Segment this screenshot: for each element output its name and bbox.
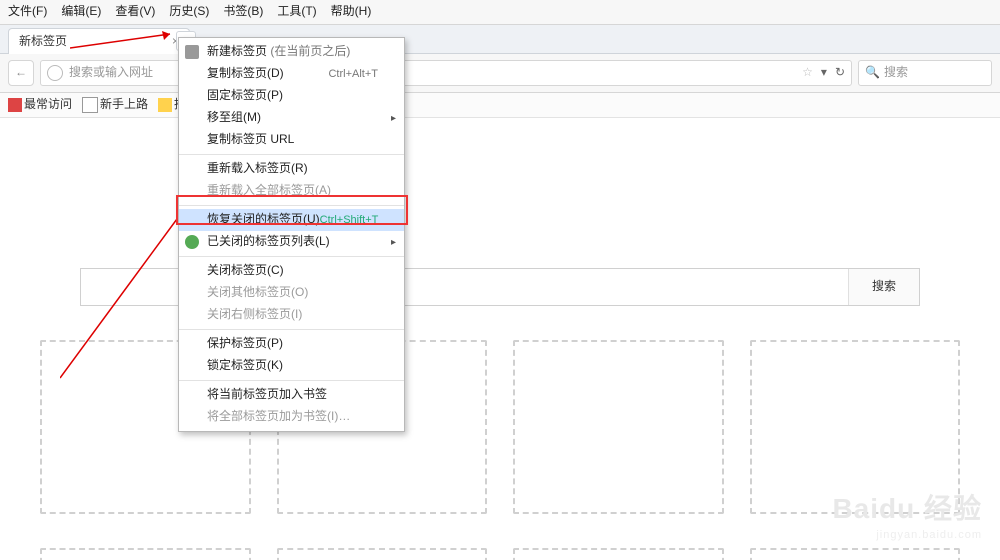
bookmarks-toolbar: 最常访问 新手上路 推 [0,93,1000,118]
menu-history[interactable]: 历史(S) [169,4,209,20]
most-visited-icon [8,98,22,112]
search-placeholder: 搜索 [884,65,908,81]
ctx-protect-tab[interactable]: 保护标签页(P) [179,333,404,355]
search-input[interactable]: 🔍 搜索 [858,60,992,86]
tab-newtab[interactable]: 新标签页 × [8,28,190,54]
bookmark-star-icon[interactable]: ☆ [802,65,813,81]
recommend-icon [158,98,172,112]
ctx-separator [179,205,404,206]
menu-edit[interactable]: 编辑(E) [61,4,101,20]
tab-context-menu: 新建标签页 (在当前页之后) 复制标签页(D)Ctrl+Alt+T 固定标签页(… [178,37,405,432]
speed-dial-tile[interactable] [40,548,251,560]
menu-bar: 文件(F) 编辑(E) 查看(V) 历史(S) 书签(B) 工具(T) 帮助(H… [0,0,1000,25]
ctx-close-right-tabs: 关闭右侧标签页(I) [179,304,404,326]
search-icon: 🔍 [865,65,880,81]
ctx-bookmark-tab[interactable]: 将当前标签页加入书签 [179,384,404,406]
back-arrow-icon: ← [15,65,27,81]
url-dropdown-icon[interactable]: ▾ [821,65,827,81]
menu-tools[interactable]: 工具(T) [277,4,316,20]
newbie-icon [82,97,98,113]
big-search-button[interactable]: 搜索 [848,269,919,305]
newtab-content: 搜索 [0,118,1000,166]
ctx-duplicate-tab[interactable]: 复制标签页(D)Ctrl+Alt+T [179,63,404,85]
bookmark-new-user[interactable]: 新手上路 [82,97,148,113]
speed-dial-tile[interactable] [513,340,724,514]
ctx-closed-tabs-list[interactable]: 已关闭的标签页列表(L) [179,231,404,253]
ctx-reload-tab[interactable]: 重新载入标签页(R) [179,158,404,180]
bookmark-most-visited[interactable]: 最常访问 [8,97,72,113]
menu-bookmarks[interactable]: 书签(B) [223,4,263,20]
speed-dial-tile[interactable] [750,340,961,514]
speed-dial-tile[interactable] [513,548,724,560]
ctx-close-tab[interactable]: 关闭标签页(C) [179,260,404,282]
ctx-bookmark-all: 将全部标签页加为书签(I)… [179,406,404,428]
ctx-separator [179,256,404,257]
speed-dial-tile[interactable] [750,548,961,560]
menu-view[interactable]: 查看(V) [115,4,155,20]
tab-strip: 新标签页 × + [0,25,1000,54]
reload-icon[interactable]: ↻ [835,65,845,81]
url-input[interactable]: 搜索或输入网址 ☆ ▾ ↻ [40,60,852,86]
ctx-separator [179,154,404,155]
ctx-move-to-group[interactable]: 移至组(M) [179,107,404,129]
speed-dial-tile[interactable] [277,548,488,560]
speed-dial-row-2 [40,548,960,560]
ctx-pin-tab[interactable]: 固定标签页(P) [179,85,404,107]
menu-file[interactable]: 文件(F) [8,4,47,20]
nav-bar: ← 搜索或输入网址 ☆ ▾ ↻ 🔍 搜索 [0,54,1000,93]
menu-help[interactable]: 帮助(H) [331,4,372,20]
ctx-restore-closed-tab[interactable]: 恢复关闭的标签页(U)Ctrl+Shift+T [179,209,404,231]
globe-icon [47,65,63,81]
ctx-separator [179,329,404,330]
watermark-url: jingyan.baidu.com [832,528,982,542]
newtab-icon [185,45,199,59]
url-placeholder: 搜索或输入网址 [69,65,153,81]
ctx-separator [179,380,404,381]
ctx-lock-tab[interactable]: 锁定标签页(K) [179,355,404,377]
ctx-copy-url[interactable]: 复制标签页 URL [179,129,404,151]
ctx-new-tab[interactable]: 新建标签页 (在当前页之后) [179,41,404,63]
back-button[interactable]: ← [8,60,34,86]
history-icon [185,235,199,249]
ctx-reload-all: 重新载入全部标签页(A) [179,180,404,202]
ctx-close-other-tabs: 关闭其他标签页(O) [179,282,404,304]
tab-title: 新标签页 [19,34,67,48]
